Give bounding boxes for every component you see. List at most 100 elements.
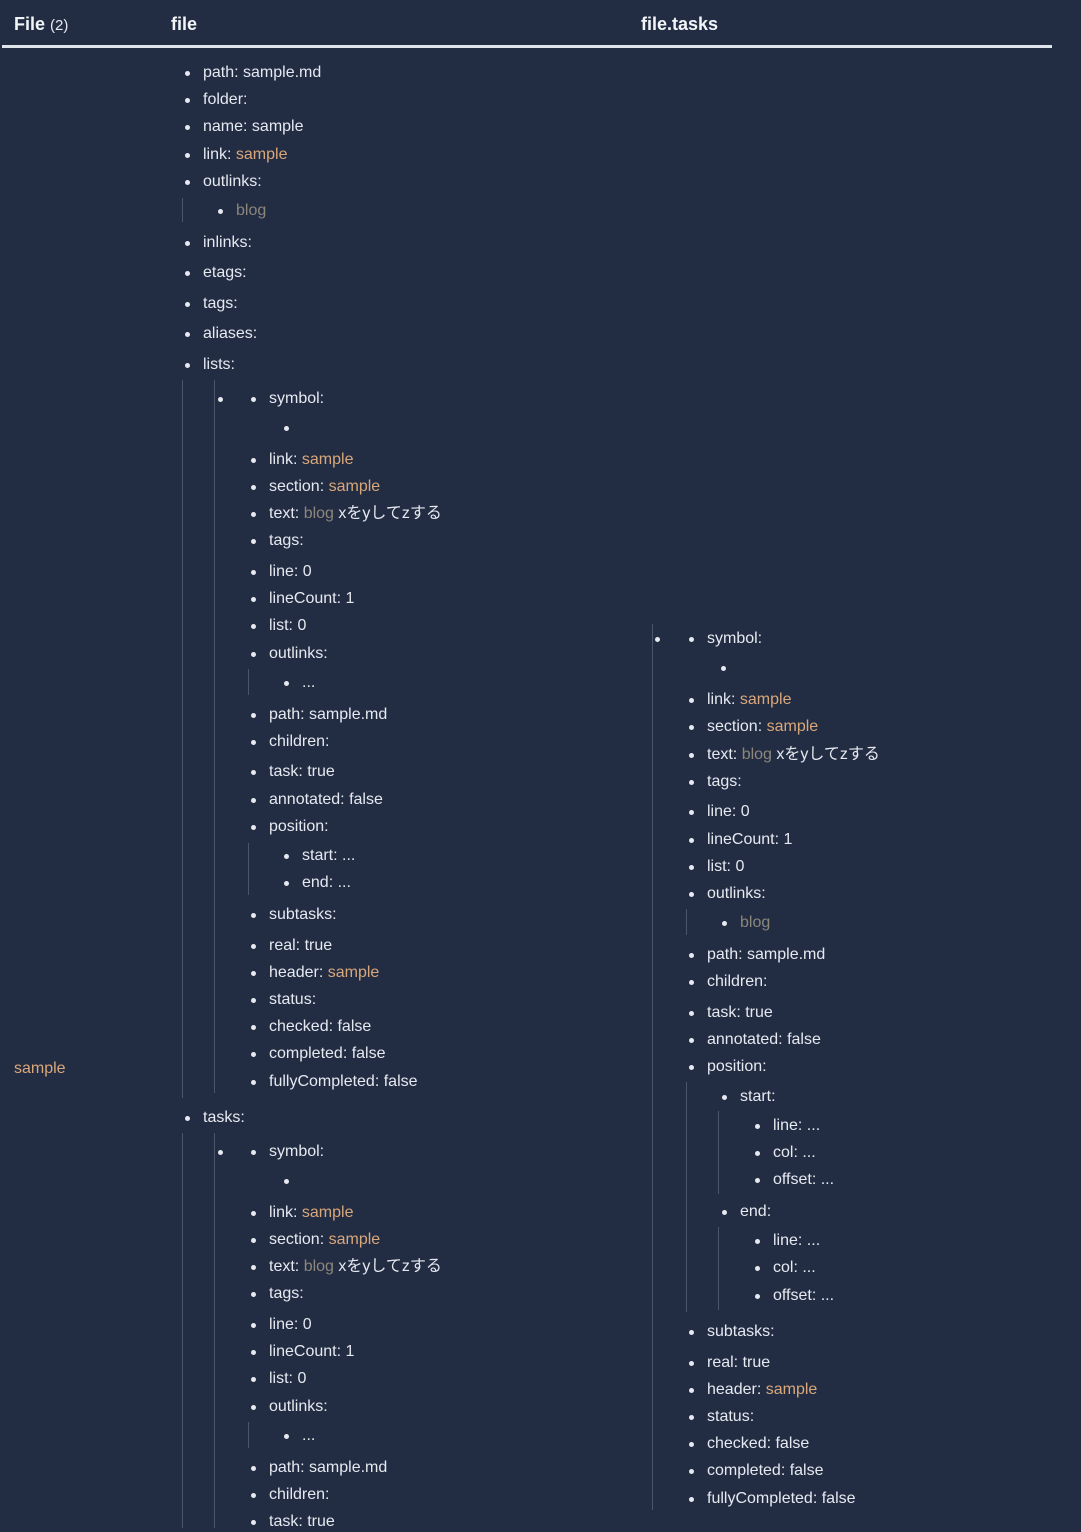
task-path: path: sample.md (707, 946, 826, 963)
tree-guide (686, 909, 687, 935)
task-outlink-blog[interactable]: blog (740, 913, 770, 933)
item-line: line: 0 (269, 563, 312, 580)
task-link-value[interactable]: sample (740, 691, 792, 708)
tree-guide (182, 198, 183, 222)
field-outlinks: outlinks: (203, 173, 262, 190)
item-position-end[interactable]: end: ... (302, 873, 351, 893)
tree-guide (686, 1082, 687, 1312)
item-line-count: lineCount: 1 (269, 1343, 355, 1360)
item-header-label: header: (269, 964, 324, 981)
task-section-label: section: (707, 718, 763, 735)
item-section-label: section: (269, 1231, 325, 1248)
task-annotated: annotated: false (707, 1031, 821, 1048)
item-link-label: link: (269, 451, 298, 468)
item-list: list: 0 (269, 1370, 307, 1387)
tree-guide (652, 624, 653, 1510)
outlink-blog[interactable]: blog (236, 201, 266, 221)
item-fully-completed: fullyCompleted: false (269, 1073, 418, 1090)
field-link-value[interactable]: sample (236, 146, 288, 163)
tree-guide (718, 1111, 719, 1194)
task-end-offset[interactable]: offset: ... (773, 1286, 834, 1306)
column-header-file-label: File (14, 14, 46, 34)
item-completed: completed: false (269, 1045, 386, 1062)
column-header-file-field[interactable]: file (171, 14, 197, 35)
item-line: line: 0 (269, 1316, 312, 1333)
task-text-label: text: (707, 746, 738, 763)
item-outlinks: outlinks: (269, 1398, 328, 1415)
item-text-rest: xをyしてzする (338, 505, 442, 522)
item-line-count: lineCount: 1 (269, 590, 355, 607)
item-checked: checked: false (269, 1018, 372, 1035)
task-start-line[interactable]: line: ... (773, 1116, 820, 1136)
field-link-label: link: (203, 146, 232, 163)
column-header-file-tasks[interactable]: file.tasks (641, 14, 718, 35)
field-tasks: tasks: (203, 1109, 245, 1126)
item-header-value[interactable]: sample (328, 964, 380, 981)
task-link-label: link: (707, 691, 736, 708)
result-count: (2) (50, 17, 69, 34)
field-path: path: sample.md (203, 64, 322, 81)
task-outlinks: outlinks: (707, 885, 766, 902)
item-task: task: true (269, 763, 335, 780)
list-item-bullet (655, 637, 660, 642)
task-list: list: 0 (707, 858, 745, 875)
task-end-col[interactable]: col: ... (773, 1258, 816, 1278)
task-line: line: 0 (707, 803, 750, 820)
task-header-value[interactable]: sample (766, 1381, 818, 1398)
item-outlinks-ellipsis[interactable]: ... (302, 673, 315, 693)
item-section-value[interactable]: sample (329, 478, 381, 495)
task-line-count: lineCount: 1 (707, 831, 793, 848)
task-start-col[interactable]: col: ... (773, 1143, 816, 1163)
task-completed: completed: false (707, 1462, 824, 1479)
field-name: name: sample (203, 118, 304, 135)
task-children: children: (707, 973, 768, 990)
item-tags: tags: (269, 1285, 304, 1302)
item-real: real: true (269, 937, 333, 954)
item-annotated: annotated: false (269, 791, 383, 808)
item-children: children: (269, 1486, 330, 1503)
row-file-link[interactable]: sample (14, 1059, 66, 1079)
item-link-label: link: (269, 1204, 298, 1221)
tree-guide (248, 843, 249, 895)
item-section-value[interactable]: sample (329, 1231, 381, 1248)
tree-guide (182, 1133, 183, 1528)
tree-guide (248, 1422, 249, 1448)
list-item-bullet (218, 1150, 223, 1155)
item-path: path: sample.md (269, 706, 388, 723)
task-end-line[interactable]: line: ... (773, 1231, 820, 1251)
field-lists: lists: (203, 356, 235, 373)
item-text-tag[interactable]: blog (304, 1258, 334, 1275)
item-path: path: sample.md (269, 1459, 388, 1476)
item-outlinks-ellipsis[interactable]: ... (302, 1426, 315, 1446)
tree-guide (718, 1227, 719, 1310)
item-list: list: 0 (269, 617, 307, 634)
item-section-label: section: (269, 478, 325, 495)
task-text-tag[interactable]: blog (742, 746, 772, 763)
item-link-value[interactable]: sample (302, 451, 354, 468)
item-symbol: symbol: (269, 1143, 325, 1160)
item-text-tag[interactable]: blog (304, 505, 334, 522)
task-symbol: symbol: (707, 630, 763, 647)
item-text-label: text: (269, 1258, 300, 1275)
symbol-bullet (284, 1179, 289, 1184)
task-status: status: (707, 1408, 755, 1425)
task-position-start: start: (740, 1088, 776, 1105)
task-real: real: true (707, 1354, 771, 1371)
task-start-offset[interactable]: offset: ... (773, 1170, 834, 1190)
field-folder: folder: (203, 91, 248, 108)
task-fully-completed: fullyCompleted: false (707, 1490, 856, 1507)
item-position: position: (269, 818, 329, 835)
task-section-value[interactable]: sample (767, 718, 819, 735)
tree-guide (248, 669, 249, 695)
item-position-start[interactable]: start: ... (302, 846, 355, 866)
task-task: task: true (707, 1004, 773, 1021)
item-subtasks: subtasks: (269, 906, 337, 923)
item-symbol: symbol: (269, 390, 325, 407)
field-tags: tags: (203, 295, 238, 312)
field-etags: etags: (203, 264, 247, 281)
field-aliases: aliases: (203, 325, 258, 342)
item-children: children: (269, 733, 330, 750)
item-link-value[interactable]: sample (302, 1204, 354, 1221)
column-header-file[interactable]: File (2) (14, 14, 68, 35)
tree-guide (214, 1133, 215, 1528)
